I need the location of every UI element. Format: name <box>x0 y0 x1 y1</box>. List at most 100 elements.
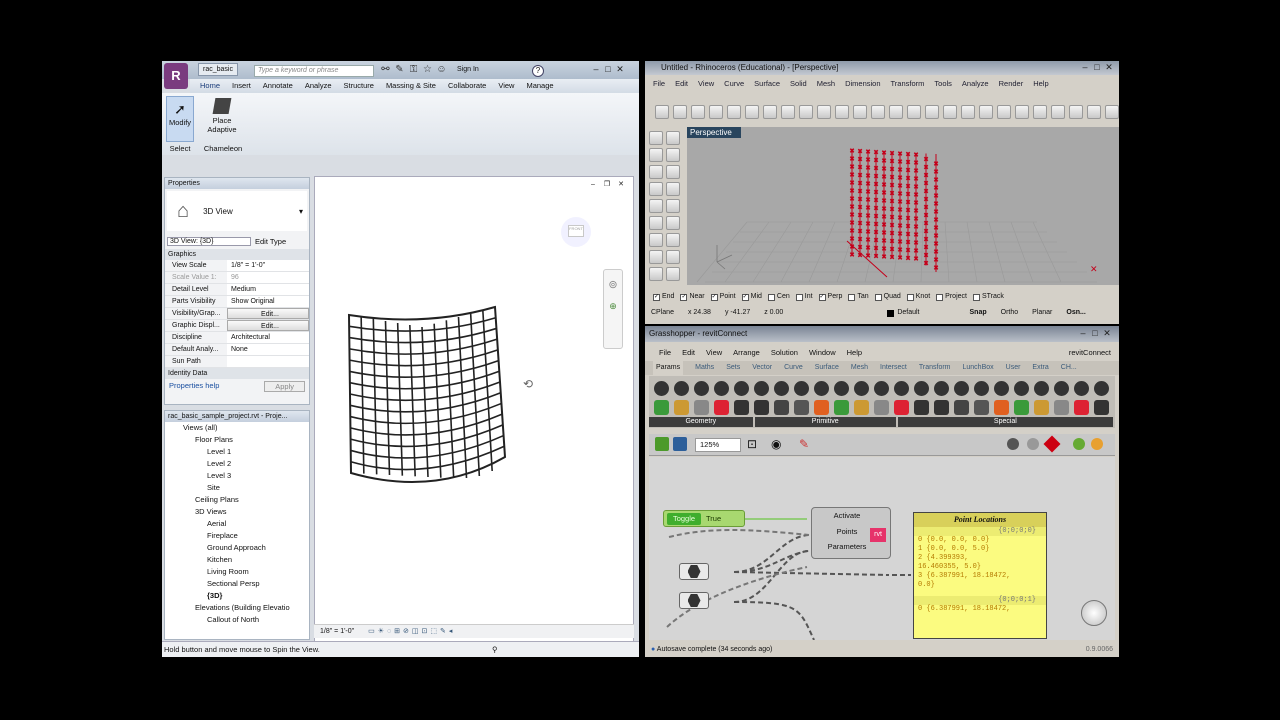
rhino-tool-icon[interactable] <box>673 105 687 119</box>
osnap-checkbox[interactable] <box>848 293 856 301</box>
rhino-side-tool-icon[interactable] <box>666 148 680 162</box>
gh-menu-help[interactable]: Help <box>847 346 862 360</box>
gh-tab-maths[interactable]: Maths <box>695 361 714 375</box>
maximize-icon[interactable]: □ <box>1089 328 1101 338</box>
revit-tab-collaborate[interactable]: Collaborate <box>448 79 486 93</box>
property-value[interactable]: Architectural <box>227 332 309 343</box>
revit-3d-viewport[interactable]: – ❐ ✕ FRONT ⊚ ⊕ ⟲ <box>314 176 634 642</box>
gh-tab-lunchbox[interactable]: LunchBox <box>963 361 994 375</box>
gh-tab-vector[interactable]: Vector <box>752 361 772 375</box>
view-close-icon[interactable]: ✕ <box>615 180 627 190</box>
property-value[interactable] <box>227 356 309 367</box>
preview-eye-icon[interactable]: ◉ <box>771 437 781 451</box>
gh-component-icon[interactable] <box>834 400 849 415</box>
rhino-tool-icon[interactable] <box>1015 105 1029 119</box>
gh-menu-solution[interactable]: Solution <box>771 346 798 360</box>
osnap-checkbox[interactable] <box>767 293 775 301</box>
browser-item[interactable]: Views (all) <box>165 422 309 434</box>
property-value[interactable]: Edit... <box>227 320 309 331</box>
revit-tab-analyze[interactable]: Analyze <box>305 79 332 93</box>
osnap-int[interactable]: Int <box>795 290 813 304</box>
preview-wire-icon[interactable] <box>1007 438 1019 450</box>
property-value[interactable]: Show Original <box>227 296 309 307</box>
rhino-tool-icon[interactable] <box>1105 105 1119 119</box>
rhino-menu-curve[interactable]: Curve <box>724 77 744 91</box>
layer-pane[interactable]: Default <box>887 306 920 320</box>
geometry-param-1[interactable] <box>679 563 709 580</box>
gh-component-icon[interactable] <box>774 381 789 396</box>
revit-tab-view[interactable]: View <box>498 79 514 93</box>
property-value[interactable]: Edit... <box>227 308 309 319</box>
rhino-menu-transform[interactable]: Transform <box>891 77 925 91</box>
rhino-menu-dimension[interactable]: Dimension <box>845 77 880 91</box>
rhino-tool-icon[interactable] <box>709 105 723 119</box>
osnap-end[interactable]: ✓ End <box>653 290 674 304</box>
gh-canvas[interactable]: Toggle True Activate Points Parameters r… <box>649 457 1115 640</box>
gh-component-icon[interactable] <box>734 381 749 396</box>
rhino-tool-icon[interactable] <box>727 105 741 119</box>
star-icon[interactable]: ☆ <box>422 64 433 75</box>
rhino-side-tool-icon[interactable] <box>649 267 663 281</box>
snap-toggle[interactable]: Snap <box>970 306 987 320</box>
rhino-tool-icon[interactable] <box>745 105 759 119</box>
gh-component-icon[interactable] <box>914 400 929 415</box>
gh-menu-arrange[interactable]: Arrange <box>733 346 760 360</box>
toggle-value[interactable]: True <box>706 513 721 525</box>
osnap-mid[interactable]: ✓ Mid <box>741 290 762 304</box>
browser-item[interactable]: Level 2 <box>165 458 309 470</box>
osnap-checkbox[interactable] <box>972 293 980 301</box>
rhino-menu-surface[interactable]: Surface <box>754 77 780 91</box>
binoculars-icon[interactable]: ⚯ <box>380 64 391 75</box>
browser-item[interactable]: Level 3 <box>165 470 309 482</box>
revit-tab-insert[interactable]: Insert <box>232 79 251 93</box>
browser-item[interactable]: Ceiling Plans <box>165 494 309 506</box>
zoom-level-select[interactable]: 125% <box>695 438 741 452</box>
rhino-side-tool-icon[interactable] <box>666 182 680 196</box>
rhino-tool-icon[interactable] <box>691 105 705 119</box>
gh-tab-mesh[interactable]: Mesh <box>851 361 868 375</box>
place-adaptive-button[interactable]: Place Adaptive <box>202 96 242 142</box>
gh-component-icon[interactable] <box>814 400 829 415</box>
rhino-perspective-viewport[interactable]: Perspective × × × × × × × × × × × × × × × × × × × × × × × × × × × ×… <box>687 127 1119 285</box>
navigation-bar[interactable]: ⊚ ⊕ <box>603 269 623 349</box>
browser-item[interactable]: {3D} <box>165 590 309 602</box>
revit-search-input[interactable]: Type a keyword or phrase <box>254 65 374 77</box>
rhino-tool-icon[interactable] <box>817 105 831 119</box>
rhino-side-tool-icon[interactable] <box>666 131 680 145</box>
save-file-icon[interactable] <box>673 437 687 451</box>
gh-component-icon[interactable] <box>714 400 729 415</box>
revit-tab-home[interactable]: Home <box>200 79 220 93</box>
properties-help-link[interactable]: Properties help <box>169 381 219 392</box>
zoom-extents-icon[interactable]: ⊡ <box>747 437 757 451</box>
navigation-dial-icon[interactable] <box>1081 600 1107 626</box>
viewcube[interactable]: FRONT <box>561 217 591 247</box>
osnap-checkbox[interactable] <box>906 293 914 301</box>
gh-component-icon[interactable] <box>834 381 849 396</box>
gh-tab-user[interactable]: User <box>1006 361 1021 375</box>
boolean-toggle[interactable]: Toggle True <box>663 510 745 527</box>
comm-center-icon[interactable]: ✎ <box>394 64 405 75</box>
rhino-tool-icon[interactable] <box>1051 105 1065 119</box>
browser-item[interactable]: Ground Approach <box>165 542 309 554</box>
rhino-side-tool-icon[interactable] <box>666 199 680 213</box>
gh-tab-curve[interactable]: Curve <box>784 361 803 375</box>
gh-component-icon[interactable] <box>674 400 689 415</box>
osnap-cen[interactable]: Cen <box>767 290 790 304</box>
browser-item[interactable]: Level 1 <box>165 446 309 458</box>
minimize-icon[interactable]: – <box>1079 62 1091 72</box>
gh-component-icon[interactable] <box>794 381 809 396</box>
toggle-label[interactable]: Toggle <box>667 513 701 525</box>
rhino-tool-icon[interactable] <box>763 105 777 119</box>
rhino-side-tool-icon[interactable] <box>666 267 680 281</box>
sign-in-button[interactable]: Sign In <box>457 66 479 73</box>
osnap-checkbox[interactable] <box>936 293 944 301</box>
rhino-tool-icon[interactable] <box>655 105 669 119</box>
curtain-wall-model[interactable] <box>345 297 515 502</box>
property-value[interactable]: None <box>227 344 309 355</box>
gh-tab-sets[interactable]: Sets <box>726 361 740 375</box>
browser-item[interactable]: Kitchen <box>165 554 309 566</box>
browser-item[interactable]: Fireplace <box>165 530 309 542</box>
close-icon[interactable]: ✕ <box>1103 62 1115 72</box>
revit-file-tab[interactable]: rac_basic <box>198 63 238 76</box>
gh-tab-ch[interactable]: CH... <box>1061 361 1077 375</box>
